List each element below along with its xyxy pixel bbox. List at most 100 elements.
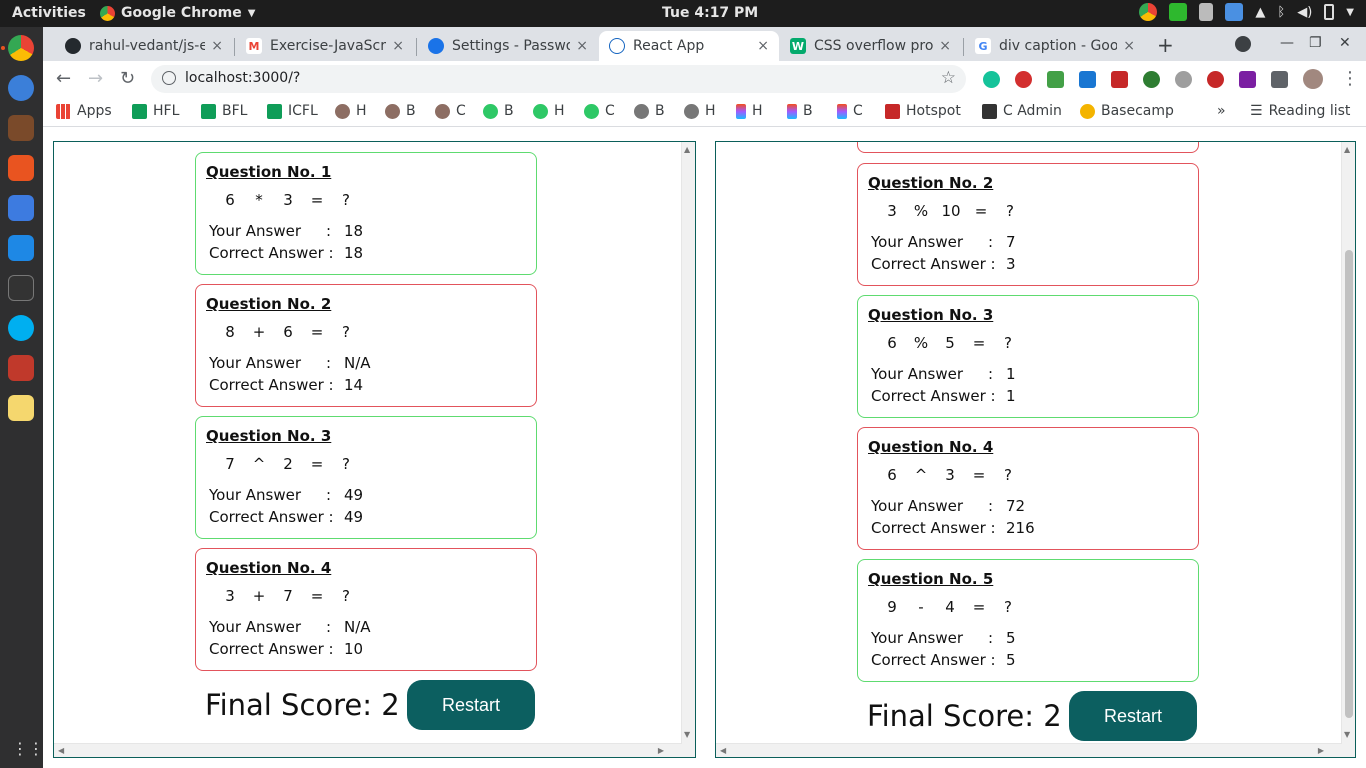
extension-copy-icon[interactable] xyxy=(1079,71,1096,88)
chrome-dock-icon[interactable] xyxy=(8,35,34,61)
colon-separator: : xyxy=(988,497,994,515)
bookmark-b[interactable]: B xyxy=(634,103,665,119)
terminal-icon[interactable] xyxy=(8,275,34,301)
show-applications-icon[interactable]: ⋮⋮ xyxy=(12,739,44,758)
bookmark-b[interactable]: B xyxy=(385,103,416,119)
scroll-right-arrow-icon[interactable]: ▶ xyxy=(1318,746,1324,755)
address-bar[interactable]: localhost:3000/? ☆ xyxy=(151,65,966,93)
vscode-icon[interactable] xyxy=(8,235,34,261)
scroll-down-arrow-icon[interactable]: ▼ xyxy=(1344,730,1350,739)
check-tray-icon[interactable] xyxy=(1169,3,1188,21)
power-menu-chevron-icon[interactable]: ▼ xyxy=(1346,7,1354,18)
operand-a: 3 xyxy=(225,587,235,605)
battery-icon[interactable] xyxy=(1324,4,1335,20)
shield-tray-icon[interactable] xyxy=(1225,3,1244,21)
scroll-up-arrow-icon[interactable]: ▲ xyxy=(684,145,690,154)
bookmark-c[interactable]: C xyxy=(837,103,863,119)
extension-tube-icon[interactable] xyxy=(1207,71,1224,88)
bookmark-icfl[interactable]: ICFL xyxy=(267,103,318,119)
app-menu[interactable]: Google Chrome ▼ xyxy=(100,5,255,21)
bookmark-h[interactable]: H xyxy=(335,103,367,119)
files-icon[interactable] xyxy=(8,115,34,141)
security-shield-icon[interactable] xyxy=(8,195,34,221)
chrome-tray-icon[interactable] xyxy=(1139,3,1158,21)
extension-badge-icon[interactable] xyxy=(1143,71,1160,88)
minimize-icon[interactable]: — xyxy=(1280,35,1294,51)
extension-mail-icon[interactable] xyxy=(1047,71,1064,88)
close-icon[interactable]: × xyxy=(211,38,223,54)
wifi-icon[interactable]: ▲ xyxy=(1255,5,1265,20)
bookmark-bfl[interactable]: BFL xyxy=(201,103,247,119)
bookmark-c[interactable]: C xyxy=(584,103,615,119)
extension-shield-icon[interactable] xyxy=(1111,71,1128,88)
close-icon[interactable]: × xyxy=(392,38,404,54)
bookmark-apps[interactable]: Apps xyxy=(56,103,112,119)
scrollbar-thumb[interactable] xyxy=(1345,250,1353,718)
avatar[interactable] xyxy=(1303,69,1323,89)
puzzle-icon[interactable] xyxy=(1271,71,1288,88)
bookmark-hotspot[interactable]: Hotspot xyxy=(885,103,961,119)
bookmark-b[interactable]: B xyxy=(483,103,514,119)
software-center-icon[interactable] xyxy=(8,155,34,181)
close-icon[interactable]: × xyxy=(1123,38,1135,54)
activities-button[interactable]: Activities xyxy=(12,5,86,21)
bookmark-b[interactable]: B xyxy=(787,103,813,119)
close-icon[interactable]: × xyxy=(757,38,769,54)
maximize-icon[interactable]: ❐ xyxy=(1309,35,1322,51)
grammarly-icon[interactable] xyxy=(983,71,1000,88)
scroll-left-arrow-icon[interactable]: ◀ xyxy=(720,746,726,755)
vertical-scrollbar[interactable]: ▲ ▼ xyxy=(1341,142,1355,757)
question-card: Question No. 1 6 * 3 = ? Your Answer : 1… xyxy=(195,152,537,275)
clock[interactable]: Tue 4:17 PM xyxy=(662,5,758,21)
adblock-icon[interactable] xyxy=(1015,71,1032,88)
tab-w3schools[interactable]: W CSS overflow pro × xyxy=(780,31,961,61)
volume-icon[interactable]: ◀) xyxy=(1297,5,1312,20)
menu-dots-icon[interactable]: ⋮ xyxy=(1341,68,1359,89)
new-tab-button[interactable]: + xyxy=(1157,33,1174,57)
reload-icon[interactable]: ↻ xyxy=(120,68,135,89)
bookmark-c[interactable]: C xyxy=(435,103,466,119)
bluetooth-icon[interactable]: ᛒ xyxy=(1277,5,1285,20)
bookmark-basecamp[interactable]: Basecamp xyxy=(1080,103,1174,119)
scroll-up-arrow-icon[interactable]: ▲ xyxy=(1344,145,1350,154)
restart-button[interactable]: Restart xyxy=(1069,691,1197,741)
forward-arrow-icon[interactable]: → xyxy=(88,68,103,89)
bookmark-h[interactable]: H xyxy=(736,103,763,119)
text-editor-icon[interactable] xyxy=(8,395,34,421)
more-bookmarks-button[interactable]: » xyxy=(1217,103,1226,119)
bookmark-star-icon[interactable]: ☆ xyxy=(941,68,956,88)
correct-answer-label: Correct Answer : xyxy=(209,376,334,394)
site-info-icon[interactable] xyxy=(162,71,176,85)
scroll-left-arrow-icon[interactable]: ◀ xyxy=(58,746,64,755)
extension-gray-shield-icon[interactable] xyxy=(1175,71,1192,88)
clipboard-tray-icon[interactable] xyxy=(1199,3,1214,21)
skype-icon[interactable] xyxy=(8,315,34,341)
close-window-icon[interactable]: ✕ xyxy=(1339,35,1351,51)
horizontal-scrollbar[interactable]: ◀ ▶ xyxy=(716,743,1342,757)
scroll-down-arrow-icon[interactable]: ▼ xyxy=(684,730,690,739)
right-quiz-pane[interactable]: Question No. 2 3 % 10 = ? Your Answer : … xyxy=(715,141,1356,758)
horizontal-scrollbar[interactable]: ◀ ▶ xyxy=(54,743,682,757)
scroll-right-arrow-icon[interactable]: ▶ xyxy=(658,746,664,755)
bookmark-h[interactable]: H xyxy=(533,103,565,119)
tab-react-app[interactable]: React App × xyxy=(599,31,779,61)
settings-tools-icon[interactable] xyxy=(8,355,34,381)
thunderbird-icon[interactable] xyxy=(8,75,34,101)
bookmark-c-admin[interactable]: C Admin xyxy=(982,103,1062,119)
tab-settings[interactable]: Settings - Passwo × xyxy=(418,31,598,61)
back-arrow-icon[interactable]: ← xyxy=(56,68,71,89)
vertical-scrollbar[interactable]: ▲ ▼ xyxy=(681,142,695,757)
tab-gmail[interactable]: M Exercise-JavaScri × xyxy=(236,31,414,61)
close-icon[interactable]: × xyxy=(576,38,588,54)
restart-button[interactable]: Restart xyxy=(407,680,535,730)
system-tray[interactable]: ▲ ᛒ ◀) ▼ xyxy=(1139,3,1354,21)
bookmark-h[interactable]: H xyxy=(684,103,716,119)
bookmark-hfl[interactable]: HFL xyxy=(132,103,179,119)
tab-search-icon[interactable] xyxy=(1235,36,1251,52)
reading-list-button[interactable]: ☰ Reading list xyxy=(1250,103,1350,119)
extension-number-icon[interactable] xyxy=(1239,71,1256,88)
left-quiz-pane[interactable]: Question No. 1 6 * 3 = ? Your Answer : 1… xyxy=(53,141,696,758)
tab-github[interactable]: rahul-vedant/js-e × xyxy=(55,31,233,61)
close-icon[interactable]: × xyxy=(939,38,951,54)
tab-google-search[interactable]: G div caption - Goo × xyxy=(965,31,1145,61)
